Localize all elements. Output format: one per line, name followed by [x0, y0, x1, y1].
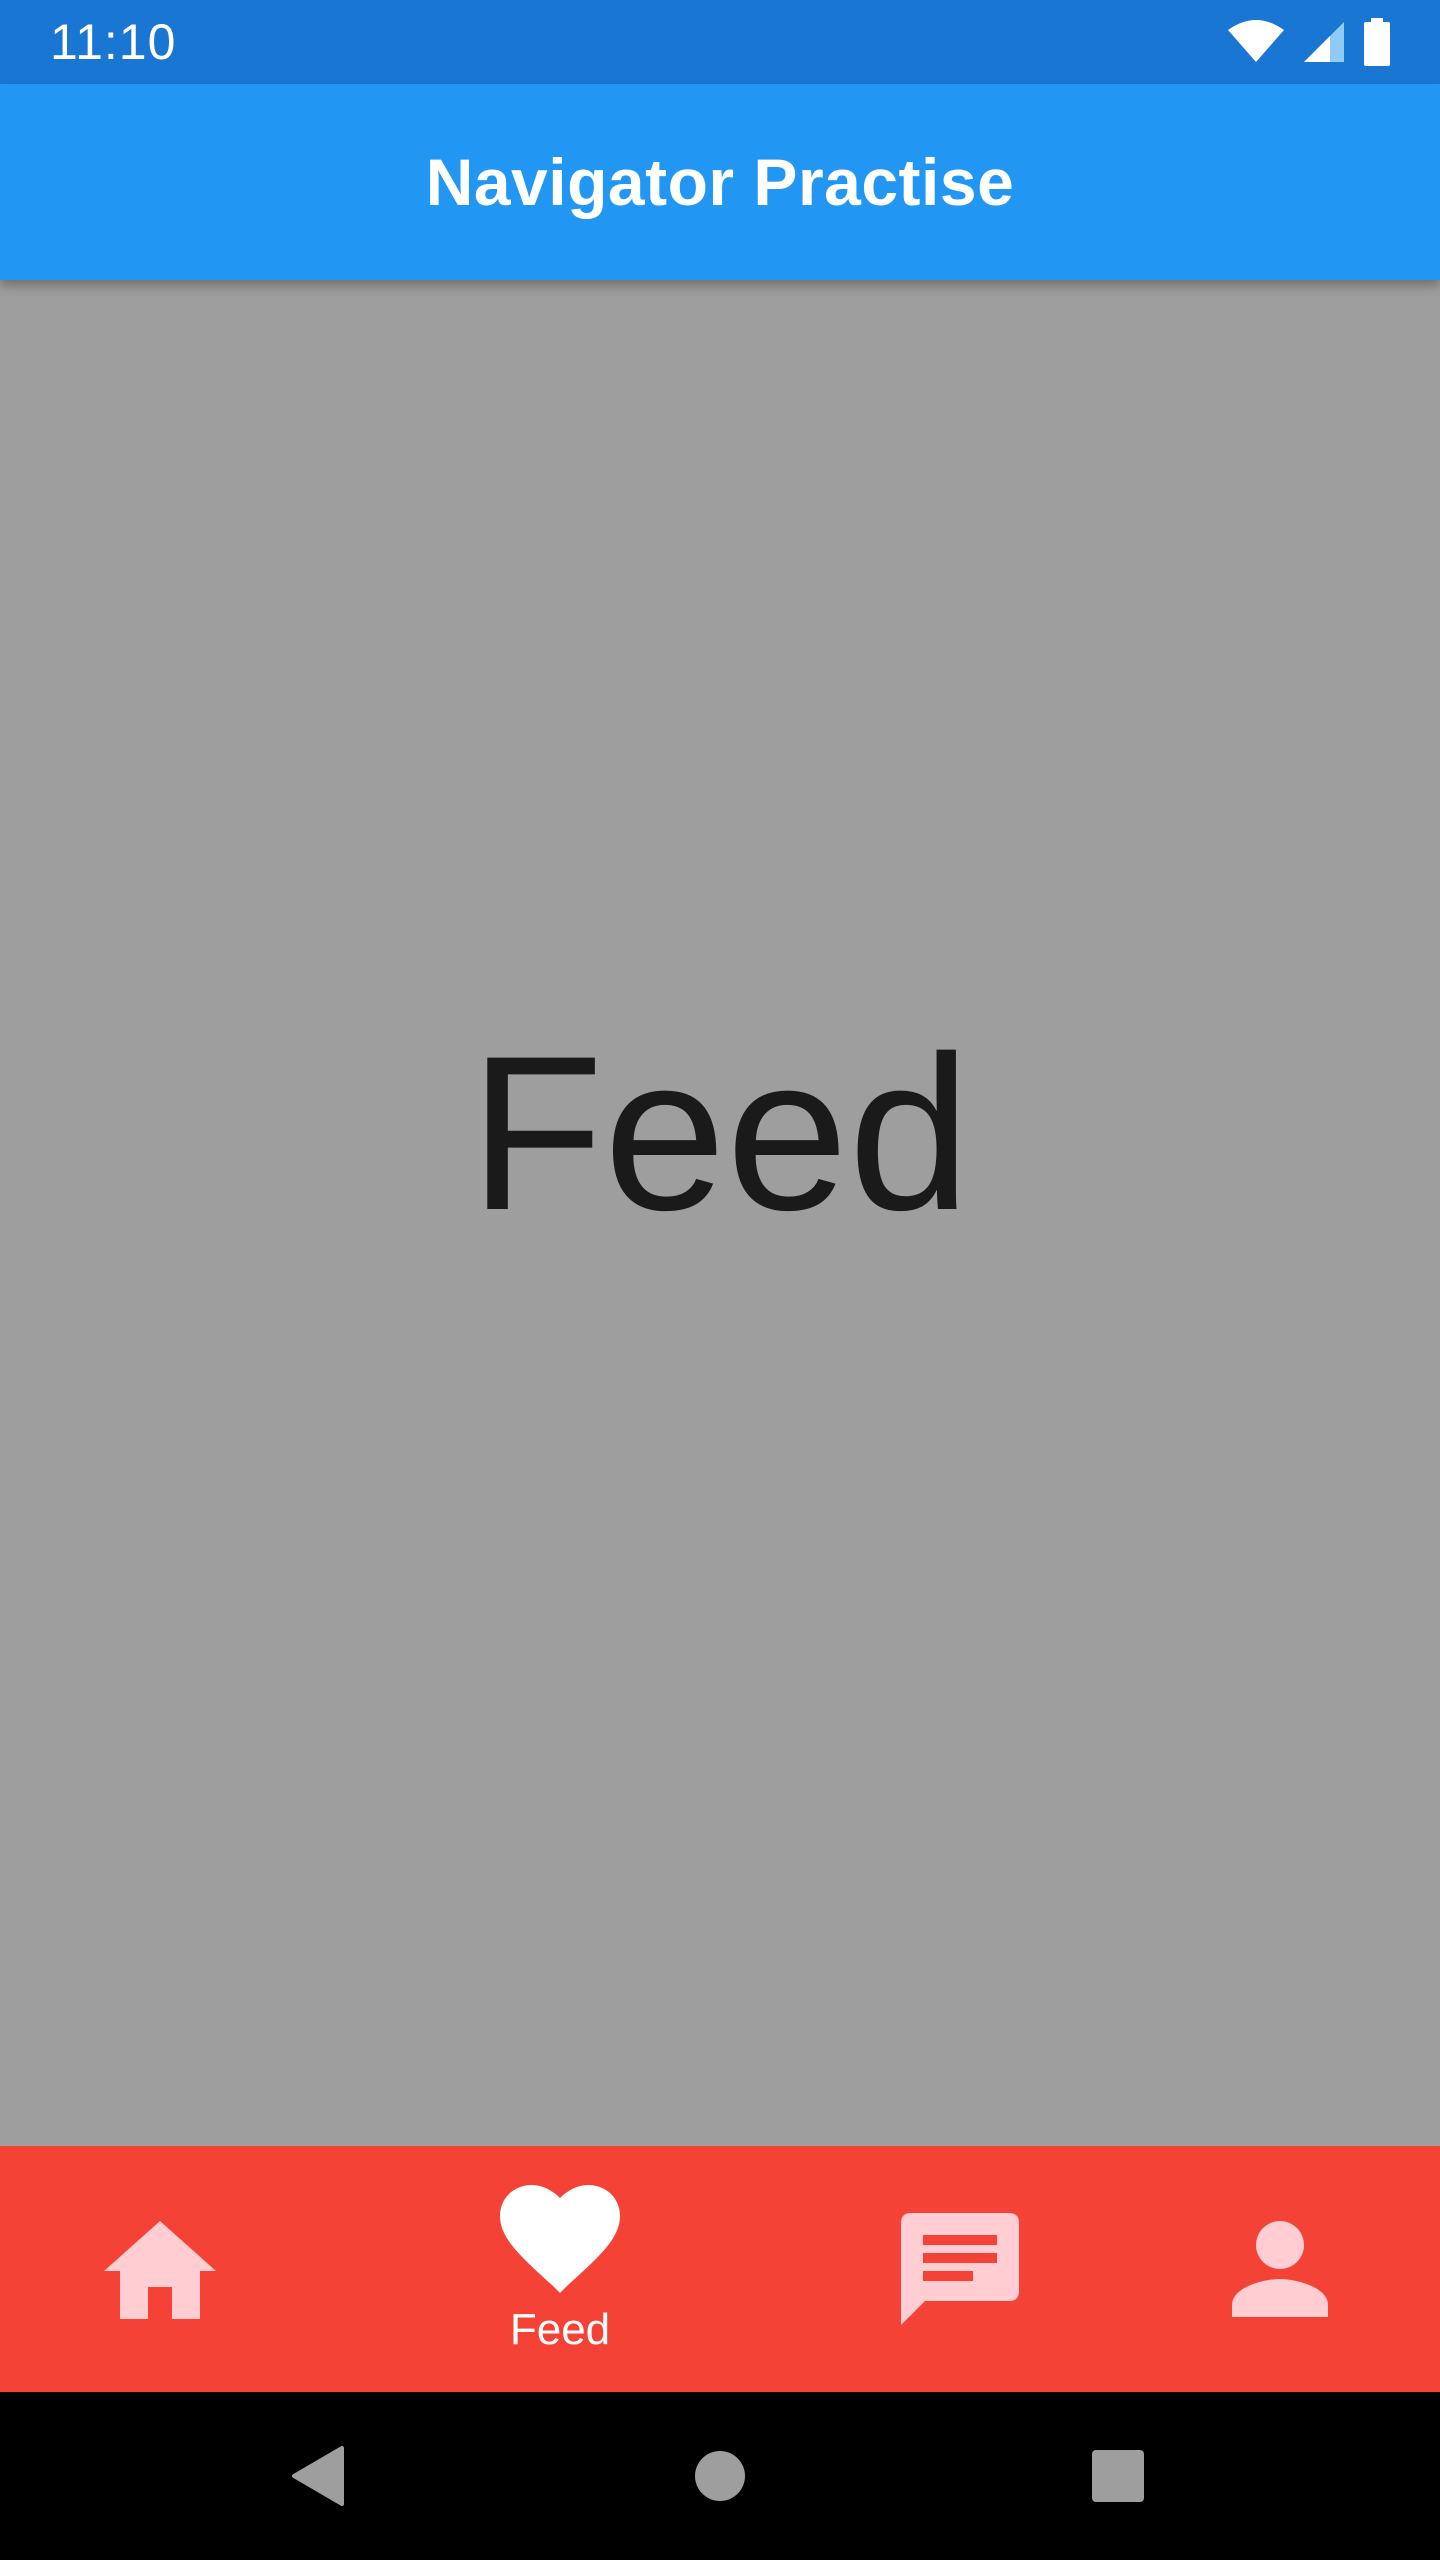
- heart-icon: [500, 2185, 620, 2293]
- status-bar: 11:10: [0, 0, 1440, 84]
- battery-icon: [1364, 18, 1390, 66]
- system-back-button[interactable]: [278, 2436, 358, 2516]
- app-title: Navigator Practise: [425, 145, 1015, 219]
- nav-item-feed-label: Feed: [509, 2305, 611, 2354]
- recents-icon: [1092, 2450, 1144, 2502]
- screen: 11:10 Navigator Practise Feed Feed: [0, 0, 1440, 2560]
- system-navigation-bar: [0, 2392, 1440, 2560]
- wifi-icon: [1228, 20, 1284, 62]
- system-home-button[interactable]: [680, 2436, 760, 2516]
- home-circle-icon: [695, 2451, 745, 2501]
- bottom-navigation-bar: Feed: [0, 2146, 1440, 2392]
- status-time: 11:10: [50, 14, 177, 70]
- app-bar: Navigator Practise: [0, 84, 1440, 280]
- nav-item-messages[interactable]: [860, 2146, 1060, 2392]
- page-heading: Feed: [469, 1009, 971, 1256]
- status-icons: [1226, 18, 1392, 66]
- message-icon: [901, 2213, 1019, 2325]
- back-icon: [292, 2446, 344, 2506]
- feed-page: Feed: [0, 280, 1440, 2146]
- system-recents-button[interactable]: [1078, 2436, 1158, 2516]
- signal-icon: [1304, 22, 1344, 62]
- person-icon: [1232, 2221, 1328, 2317]
- home-icon: [104, 2221, 216, 2319]
- nav-item-feed[interactable]: Feed: [460, 2146, 660, 2392]
- nav-item-profile[interactable]: [1180, 2146, 1380, 2392]
- nav-item-home[interactable]: [60, 2146, 260, 2392]
